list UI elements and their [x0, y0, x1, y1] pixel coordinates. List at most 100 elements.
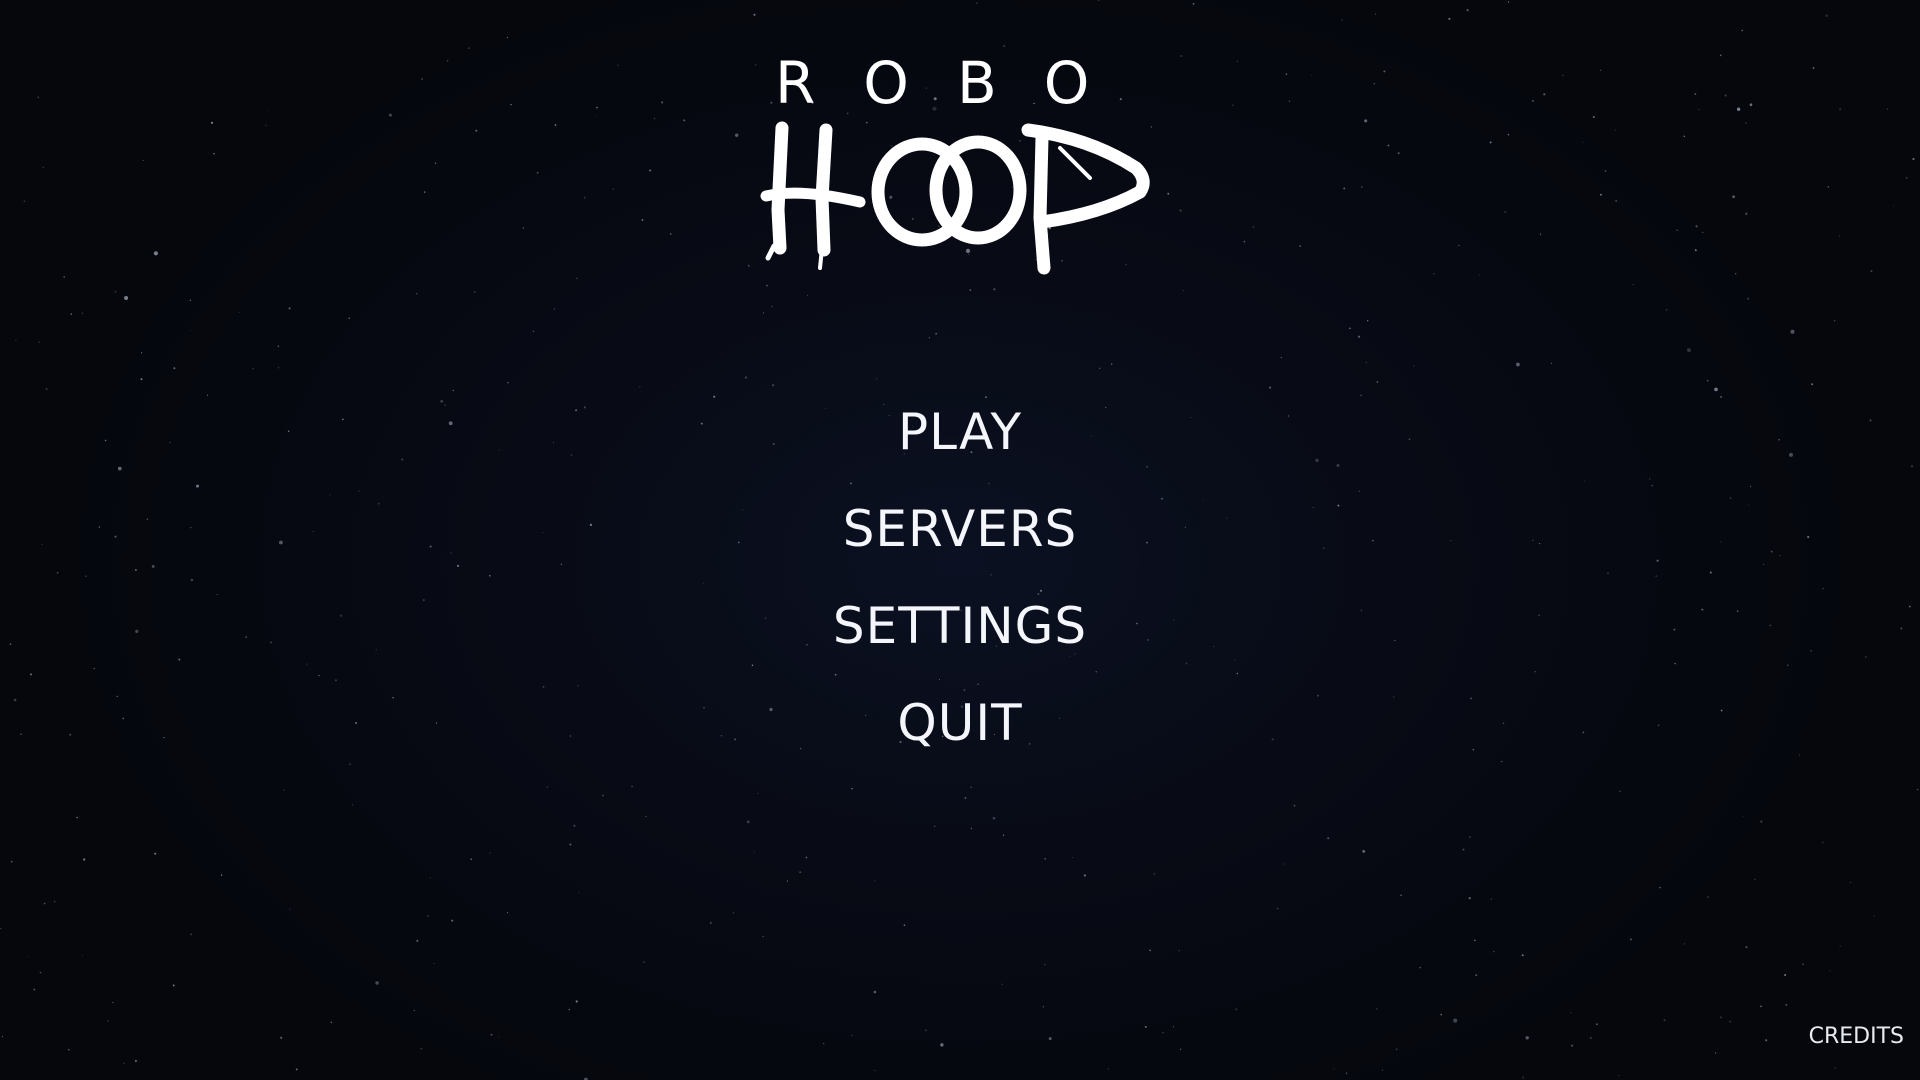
star — [1787, 664, 1789, 666]
star — [754, 63, 757, 66]
star — [1280, 357, 1282, 359]
settings-button[interactable]: SETTINGS — [833, 594, 1087, 691]
star — [245, 636, 248, 638]
star — [1736, 107, 1741, 111]
star — [735, 133, 739, 137]
star — [1632, 284, 1634, 286]
star — [1161, 497, 1163, 500]
star — [33, 988, 36, 991]
star — [553, 308, 555, 310]
star — [489, 852, 491, 854]
star — [330, 1021, 333, 1024]
star — [583, 406, 586, 409]
star — [1864, 656, 1867, 658]
star — [1892, 205, 1895, 207]
star — [1532, 539, 1534, 541]
star — [568, 1008, 570, 1011]
star — [734, 738, 736, 741]
star — [1789, 452, 1793, 457]
star — [1178, 950, 1180, 952]
star — [1478, 274, 1481, 276]
star — [112, 1002, 114, 1004]
star — [1656, 559, 1659, 562]
star — [189, 329, 191, 331]
star — [1184, 526, 1186, 528]
star — [456, 564, 460, 567]
star — [577, 685, 579, 687]
star — [1589, 1036, 1592, 1039]
star — [1657, 724, 1660, 727]
star — [351, 804, 354, 806]
star — [216, 593, 218, 596]
star — [342, 418, 344, 421]
star — [1462, 848, 1465, 851]
star — [1226, 517, 1228, 519]
star — [1336, 464, 1340, 467]
star — [1468, 836, 1471, 839]
star — [1315, 458, 1319, 463]
star — [1522, 1076, 1525, 1079]
credits-button[interactable]: CREDITS — [1809, 1024, 1904, 1049]
star — [1615, 200, 1617, 202]
star — [213, 152, 215, 155]
star — [1360, 609, 1362, 612]
star — [1311, 74, 1313, 76]
star — [507, 382, 509, 384]
star — [1327, 837, 1330, 840]
star — [1453, 1018, 1458, 1023]
star — [206, 394, 209, 396]
star — [1709, 571, 1712, 574]
star — [41, 543, 43, 545]
star — [238, 311, 240, 313]
star — [1753, 878, 1756, 881]
star — [1916, 788, 1919, 791]
star — [1190, 416, 1192, 418]
star — [1282, 863, 1284, 865]
star — [1539, 233, 1542, 235]
star — [1450, 540, 1452, 542]
star — [1003, 45, 1006, 48]
star — [447, 60, 449, 62]
star — [1394, 640, 1396, 642]
star — [1747, 297, 1750, 300]
star — [552, 442, 555, 444]
star — [762, 935, 764, 938]
star — [435, 722, 438, 724]
logo-hoop-graphic — [760, 121, 1150, 275]
star — [114, 290, 117, 293]
quit-button[interactable]: QUIT — [897, 691, 1022, 788]
star — [595, 115, 597, 117]
star — [1475, 974, 1478, 977]
star — [1234, 659, 1236, 661]
star — [1440, 1014, 1442, 1016]
star — [98, 526, 101, 528]
star — [631, 785, 633, 788]
star — [190, 526, 192, 529]
play-button[interactable]: PLAY — [898, 400, 1022, 497]
star — [1002, 834, 1005, 836]
servers-button[interactable]: SERVERS — [843, 497, 1078, 594]
star — [306, 663, 308, 665]
star — [771, 305, 773, 307]
star — [1749, 485, 1752, 488]
star — [1382, 1069, 1384, 1071]
star — [1747, 504, 1750, 506]
star — [744, 376, 747, 379]
star — [573, 824, 576, 827]
star — [1192, 2, 1195, 5]
star — [423, 191, 426, 193]
star — [1458, 244, 1460, 247]
star — [1243, 240, 1246, 243]
star — [1337, 504, 1340, 507]
star — [392, 696, 394, 699]
star — [757, 792, 759, 795]
star — [746, 820, 750, 824]
star — [329, 494, 331, 496]
star — [1562, 74, 1564, 77]
star — [1912, 157, 1915, 161]
star — [1834, 1067, 1836, 1069]
star — [1375, 1007, 1378, 1010]
star — [1799, 754, 1801, 756]
star — [1098, 367, 1101, 370]
star — [114, 535, 117, 538]
